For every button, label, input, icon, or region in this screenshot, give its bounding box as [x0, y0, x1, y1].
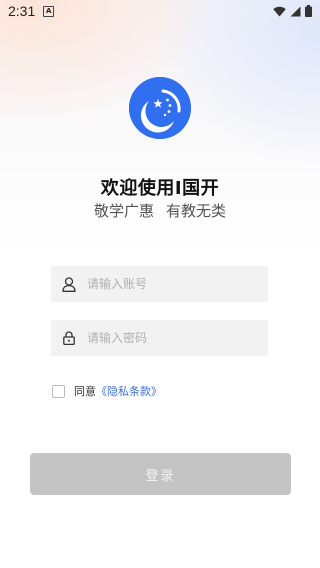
signal-icon: [290, 6, 301, 16]
slogan: 敬学广惠 有教无类: [0, 200, 320, 221]
user-icon: [51, 266, 87, 302]
slogan-right: 有教无类: [166, 202, 227, 220]
status-icons: [273, 5, 312, 17]
login-button[interactable]: 登录: [30, 453, 291, 495]
battery-icon: [305, 5, 312, 17]
welcome-title: 欢迎使用I国开: [100, 178, 220, 199]
login-screen: 2:31 A 欢迎使用I国开 敬学广惠 有教无类 请输入账号 同意 《隐私条款》…: [0, 0, 320, 568]
password-field[interactable]: [51, 320, 268, 356]
agree-label: 同意: [74, 385, 96, 398]
moon-stars-logo-icon: [129, 77, 191, 139]
password-input[interactable]: [87, 321, 257, 355]
notification-icon: A: [43, 5, 55, 17]
status-time: 2:31: [8, 3, 36, 19]
account-input[interactable]: [87, 267, 257, 301]
privacy-agreement: 同意 《隐私条款》: [52, 383, 162, 399]
slogan-left: 敬学广惠: [93, 202, 154, 220]
agree-checkbox[interactable]: [52, 384, 65, 398]
wifi-icon: [273, 6, 286, 16]
account-field[interactable]: [51, 266, 268, 302]
lock-icon: [51, 320, 87, 356]
privacy-link[interactable]: 《隐私条款》: [96, 383, 162, 399]
status-bar: 2:31 A: [0, 0, 320, 22]
